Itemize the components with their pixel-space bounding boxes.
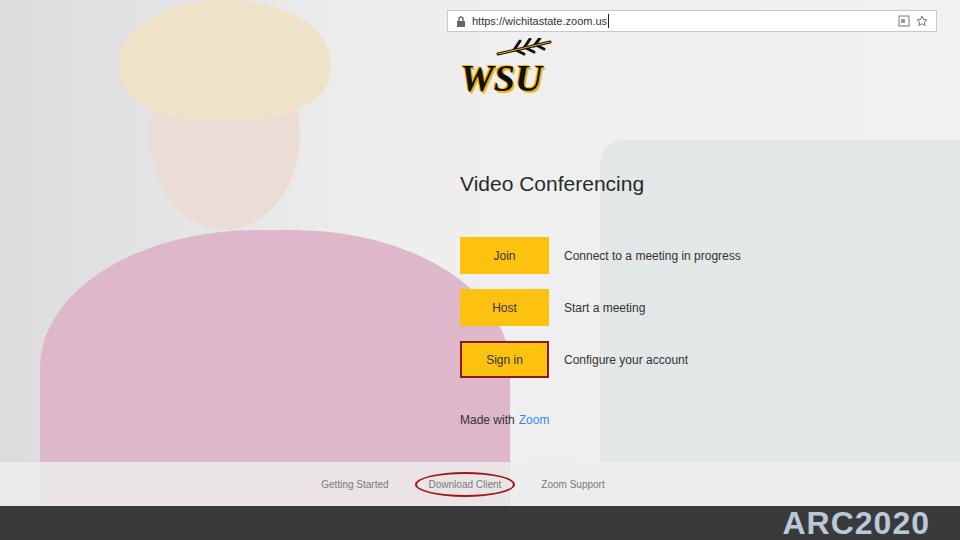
logo-text: WSU — [460, 58, 542, 98]
made-with: Made withZoom — [460, 411, 960, 429]
page-title: Video Conferencing — [460, 170, 960, 198]
wheat-icon — [494, 38, 554, 58]
url-text[interactable]: https://wichitastate.zoom.us — [472, 15, 607, 27]
star-icon[interactable] — [916, 15, 928, 27]
action-description: Start a meeting — [564, 301, 645, 315]
address-bar[interactable]: https://wichitastate.zoom.us — [447, 10, 937, 32]
slide: https://wichitastate.zoom.us WSU Video Con… — [0, 0, 960, 540]
action-button[interactable]: Join — [460, 237, 549, 274]
action-description: Configure your account — [564, 353, 688, 367]
footer-link[interactable]: Zoom Support — [533, 475, 612, 494]
footer-link[interactable]: Getting Started — [313, 475, 396, 494]
action-button[interactable]: Sign in — [460, 341, 549, 378]
lock-icon — [456, 16, 466, 27]
page-content: https://wichitastate.zoom.us WSU Video Con… — [0, 0, 960, 462]
action-row: Sign in Configure your account — [460, 341, 960, 378]
translate-icon[interactable] — [898, 15, 910, 27]
footer-links: Getting Started Download Client Zoom Suppo… — [0, 462, 960, 506]
footer-link[interactable]: Download Client — [415, 472, 516, 497]
action-button[interactable]: Host — [460, 289, 549, 326]
zoom-link[interactable]: Zoom — [519, 411, 550, 429]
action-description: Connect to a meeting in progress — [564, 249, 741, 263]
wsu-logo[interactable]: WSU — [460, 38, 570, 104]
text-cursor — [608, 14, 609, 28]
conference-label: ARC2020 — [782, 506, 930, 540]
action-list: Join Connect to a meeting in progress Host… — [460, 237, 960, 378]
action-row: Join Connect to a meeting in progress — [460, 237, 960, 274]
action-row: Host Start a meeting — [460, 289, 960, 326]
slide-footer: ARC2020 — [0, 506, 960, 540]
